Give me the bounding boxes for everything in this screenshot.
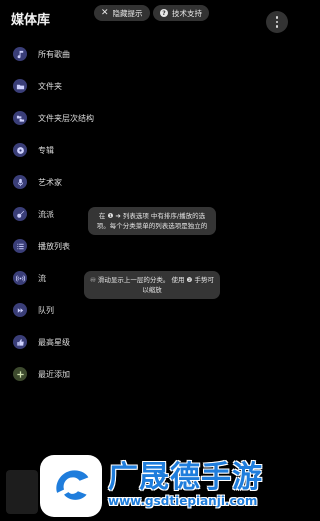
- queue-icon: [13, 303, 27, 317]
- menu-item-top-rated[interactable]: 最高星级: [0, 326, 300, 358]
- folder-tree-icon: [13, 111, 27, 125]
- menu-item-albums[interactable]: 专辑: [0, 134, 300, 166]
- header: 媒体库 ✕ 隐藏提示 ? 技术支持: [0, 0, 300, 40]
- menu-item-artists[interactable]: 艺术家: [0, 166, 300, 198]
- menu-item-label: 队列: [38, 305, 54, 315]
- menu-item-label: 最高星级: [38, 337, 70, 347]
- tip-list-options: 在 ❶ ➜ 列表选项 中有排序/播放的选项。每个分类菜单的列表选项是独立的: [88, 207, 216, 235]
- thumbs-up-icon: [13, 335, 27, 349]
- guitar-icon: [13, 207, 27, 221]
- close-icon: ✕: [101, 7, 109, 18]
- more-vert-icon: [275, 16, 279, 19]
- watermark-url: www.gsdtiepianji.com: [108, 494, 258, 508]
- plus-icon: [13, 367, 27, 381]
- bottom-panel: [6, 470, 38, 514]
- music-note-icon: [13, 47, 27, 61]
- more-options-button[interactable]: [266, 11, 288, 33]
- menu-item-label: 最近添加: [38, 369, 70, 379]
- menu-item-label: 流派: [38, 209, 54, 219]
- menu-item-label: 文件夹层次结构: [38, 113, 94, 123]
- watermark-logo-icon: [40, 455, 102, 517]
- microphone-icon: [13, 175, 27, 189]
- tip-swipe-gesture: ♾ 滑动显示上一层的分类。 使用 ❷ 手势可以缩放: [84, 271, 220, 299]
- hide-tips-button[interactable]: ✕ 隐藏提示: [94, 5, 150, 21]
- help-icon: ?: [160, 9, 168, 17]
- album-disc-icon: [13, 143, 27, 157]
- menu-item-label: 专辑: [38, 145, 54, 155]
- watermark-brand: 广晟德手游: [108, 460, 263, 495]
- support-button[interactable]: ? 技术支持: [153, 5, 209, 21]
- playlist-icon: [13, 239, 27, 253]
- folder-icon: [13, 79, 27, 93]
- menu-item-label: 播放列表: [38, 241, 70, 251]
- stream-icon: [13, 271, 27, 285]
- menu-item-recently-added[interactable]: 最近添加: [0, 358, 300, 390]
- menu-item-folders[interactable]: 文件夹: [0, 70, 300, 102]
- menu-item-label: 流: [38, 273, 46, 283]
- menu-item-label: 所有歌曲: [38, 49, 70, 59]
- menu-item-label: 艺术家: [38, 177, 62, 187]
- menu-item-folder-tree[interactable]: 文件夹层次结构: [0, 102, 300, 134]
- menu-item-all-songs[interactable]: 所有歌曲: [0, 38, 300, 70]
- page-title: 媒体库: [11, 13, 51, 28]
- menu-item-label: 文件夹: [38, 81, 62, 91]
- support-label: 技术支持: [172, 8, 202, 18]
- hide-tips-label: 隐藏提示: [112, 8, 143, 18]
